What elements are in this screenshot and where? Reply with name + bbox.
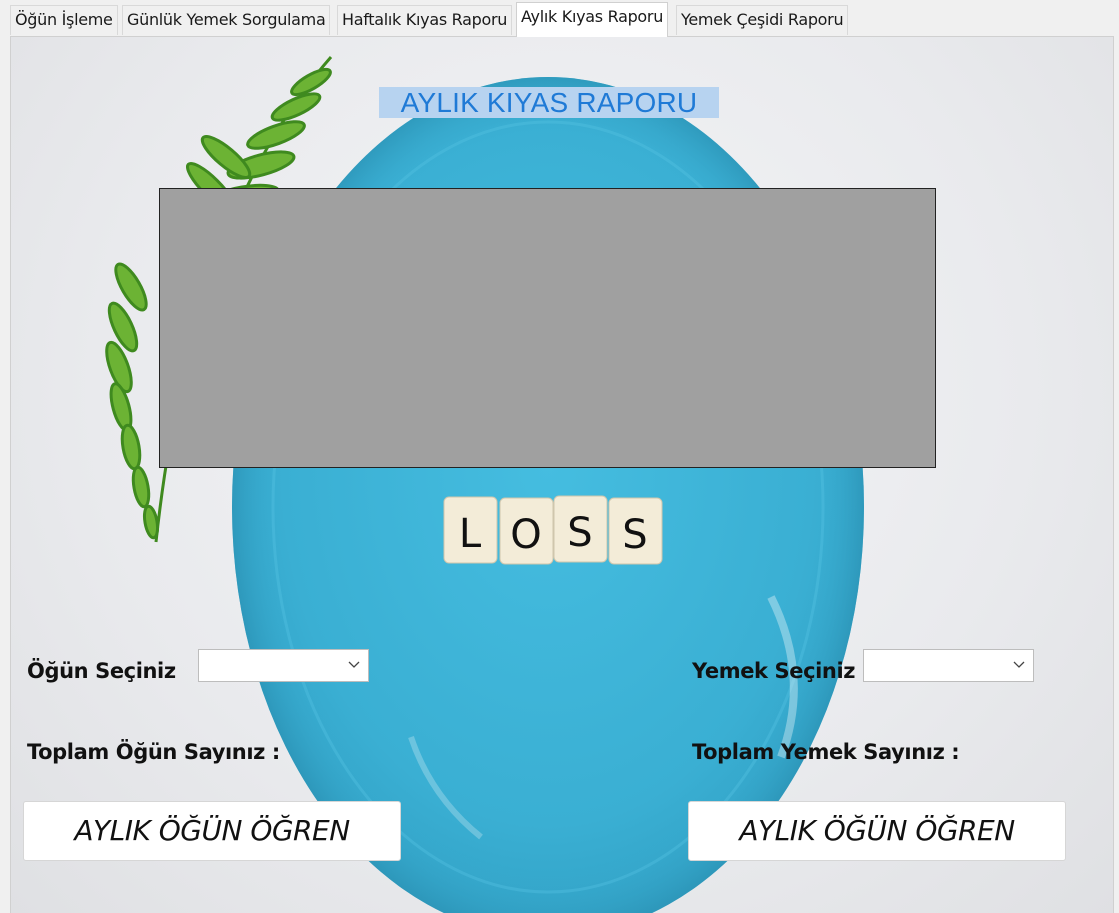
tile-letter: L: [459, 511, 482, 557]
tab-strip: Öğün İşleme Günlük Yemek Sorgulama Hafta…: [0, 0, 1119, 37]
chevron-down-icon: [1013, 661, 1025, 668]
letter-tiles: L O S S: [443, 495, 663, 565]
food-select[interactable]: [863, 649, 1034, 682]
tab-content-panel: L O S S AYLIK KIYAS RAPORU Öğün Seçiniz …: [10, 36, 1114, 913]
tab-ogun-isleme[interactable]: Öğün İşleme: [10, 5, 118, 35]
tab-yemek-cesidi-raporu[interactable]: Yemek Çeşidi Raporu: [676, 5, 849, 35]
chart-placeholder: [159, 188, 936, 468]
monthly-meal-button-right[interactable]: AYLIK ÖĞÜN ÖĞREN: [688, 801, 1066, 861]
meal-select-label: Öğün Seçiniz: [27, 659, 176, 683]
total-meal-label: Toplam Öğün Sayınız :: [27, 740, 280, 764]
chevron-down-icon: [348, 661, 360, 668]
page-title: AYLIK KIYAS RAPORU: [379, 87, 719, 118]
tile-letter: S: [622, 512, 647, 558]
tab-haftalik-kiyas-raporu[interactable]: Haftalık Kıyas Raporu: [337, 5, 513, 35]
monthly-meal-button-left[interactable]: AYLIK ÖĞÜN ÖĞREN: [23, 801, 401, 861]
meal-select[interactable]: [198, 649, 369, 682]
total-food-label: Toplam Yemek Sayınız :: [692, 740, 960, 764]
tab-gunluk-yemek-sorgulama[interactable]: Günlük Yemek Sorgulama: [122, 5, 331, 35]
tile-letter: O: [510, 512, 541, 558]
tab-aylik-kiyas-raporu[interactable]: Aylık Kıyas Raporu: [516, 2, 669, 37]
background-image: L O S S: [105, 56, 864, 913]
food-select-label: Yemek Seçiniz: [692, 659, 856, 683]
tile-letter: S: [567, 510, 592, 556]
